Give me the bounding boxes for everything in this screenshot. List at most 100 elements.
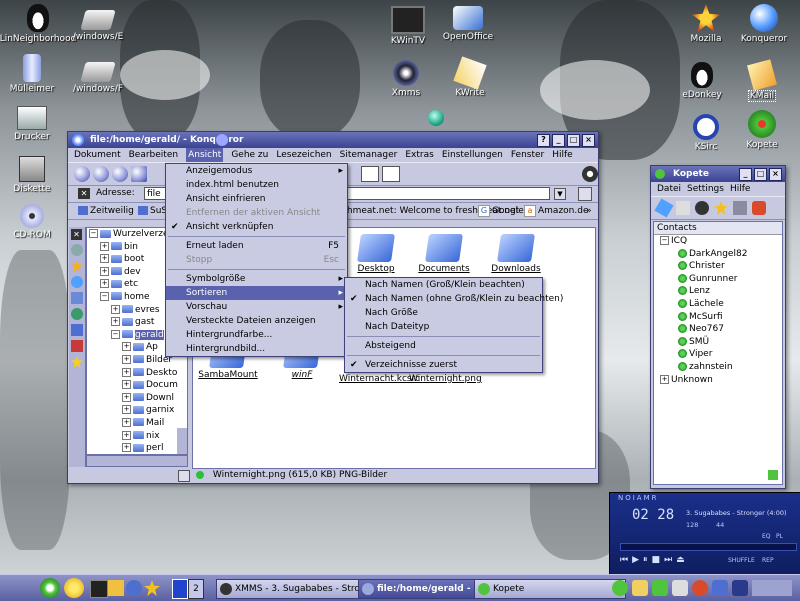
sort-item-nach-namen-ohne-groß-klein-zu-beachten[interactable]: ✔Nach Namen (ohne Groß/Klein zu beachten… — [345, 292, 542, 306]
home-icon[interactable] — [131, 166, 147, 182]
resize-grip-icon[interactable] — [178, 470, 190, 482]
desktop-icon-openoffice[interactable]: OpenOffice — [428, 6, 508, 42]
desktop-icon-kmail[interactable]: KMail — [722, 62, 800, 102]
ansicht-item-vorschau[interactable]: Vorschau▸ — [166, 300, 347, 314]
kopete-menu-settings[interactable]: Settings — [687, 182, 724, 196]
lightning-icon[interactable] — [64, 578, 84, 598]
contact-smü[interactable]: SMÜ — [654, 336, 782, 349]
play-icon[interactable]: ▶ — [632, 555, 639, 565]
tree-expander-icon[interactable]: + — [122, 418, 131, 427]
tree-expander-icon[interactable]: + — [100, 267, 109, 276]
favorites-star-icon[interactable] — [71, 356, 83, 368]
tree-expander-icon[interactable]: + — [100, 254, 109, 263]
contact-gunrunner[interactable]: Gunrunner — [654, 273, 782, 286]
contact-zahnstein[interactable]: zahnstein — [654, 361, 782, 374]
sort-item-nach-namen-groß-klein-beachten[interactable]: Nach Namen (Groß/Klein beachten) — [345, 278, 542, 292]
tree-expander-icon[interactable]: + — [122, 342, 131, 351]
tree-vertical-scrollbar[interactable] — [177, 428, 187, 454]
xmms-player[interactable]: NOIAMR 02 28 3. Sugababes - Stronger (4:… — [609, 492, 800, 576]
ansicht-item-ansicht-verknüpfen[interactable]: ✔Ansicht verknüpfen — [166, 220, 347, 234]
tree-expander-icon[interactable]: + — [122, 405, 131, 414]
edit-icon[interactable] — [676, 201, 690, 215]
menu-bearbeiten[interactable]: Bearbeiten — [129, 148, 178, 162]
tray-icq-icon[interactable] — [612, 580, 628, 596]
contact-christer[interactable]: Christer — [654, 260, 782, 273]
xmms-seek-bar[interactable] — [620, 543, 797, 551]
contact-lenz[interactable]: Lenz — [654, 285, 782, 298]
tree-item-deskto[interactable]: +Deskto — [89, 367, 187, 380]
prev-icon[interactable]: ⏮ — [620, 555, 628, 565]
forward-icon[interactable] — [93, 166, 109, 182]
up-icon[interactable] — [112, 166, 128, 182]
kopete-close-button[interactable]: × — [769, 168, 782, 181]
konqueror-launch-icon[interactable] — [126, 580, 142, 596]
services-icon[interactable] — [71, 324, 83, 336]
tree-expander-icon[interactable]: + — [122, 380, 131, 389]
konqueror-titlebar[interactable]: file:/home/gerald/ - Konqueror ? _ □ × — [68, 132, 598, 148]
sort-item-absteigend[interactable]: Absteigend — [345, 339, 542, 353]
kopete-menu-datei[interactable]: Datei — [657, 182, 681, 196]
bookmarks-star-icon[interactable] — [71, 260, 83, 272]
tree-item-nix[interactable]: +nix — [89, 430, 187, 443]
next-icon[interactable]: ⏭ — [664, 555, 672, 565]
menu-ansicht[interactable]: Ansicht — [186, 148, 223, 162]
settings-wrench-icon[interactable] — [733, 201, 747, 215]
tree-expander-icon[interactable]: + — [122, 393, 131, 402]
tree-horizontal-scrollbar[interactable] — [86, 455, 188, 467]
xmms-shuffle-button[interactable]: SHUFFLE — [728, 557, 755, 564]
view-icon[interactable] — [361, 166, 379, 182]
pager-desktop-2[interactable]: 2 — [188, 579, 204, 599]
ansicht-item-index-html-benutzen[interactable]: index.html benutzen — [166, 178, 347, 192]
kopete-menu-hilfe[interactable]: Hilfe — [730, 182, 750, 196]
status-icon[interactable] — [695, 201, 709, 215]
minimize-button[interactable]: _ — [552, 134, 565, 147]
menu-einstellungen[interactable]: Einstellungen — [442, 148, 503, 162]
ansicht-item-hintergrundbild[interactable]: Hintergrundbild... — [166, 342, 347, 356]
contact-list[interactable]: Contacts −ICQ DarkAngel82ChristerGunrunn… — [653, 221, 783, 485]
clear-location-icon[interactable]: ✕ — [78, 188, 90, 199]
bookmark-amazon[interactable]: aAmazon.de — [524, 203, 588, 219]
search-icon[interactable] — [71, 244, 83, 256]
desktop-icon-kopete[interactable]: Kopete — [722, 110, 800, 150]
close-sidebar-icon[interactable]: ✕ — [71, 229, 82, 240]
help-button[interactable]: ? — [537, 134, 550, 147]
kopete-maximize-button[interactable]: □ — [754, 168, 767, 181]
star-launch-icon[interactable] — [144, 580, 160, 596]
tree-expander-icon[interactable]: + — [122, 368, 131, 377]
menu-sitemanager[interactable]: Sitemanager — [340, 148, 398, 162]
pause-icon[interactable]: ⏸ — [643, 555, 648, 565]
back-icon[interactable] — [74, 166, 90, 182]
ansicht-item-versteckte-dateien-anzeigen[interactable]: Versteckte Dateien anzeigen — [166, 314, 347, 328]
tree-expander-icon[interactable]: − — [100, 292, 109, 301]
task-xmms[interactable]: XMMS - 3. Sugababes - Stro — [216, 579, 376, 599]
menu-lesezeichen[interactable]: Lesezeichen — [276, 148, 331, 162]
tree-item-perl[interactable]: +perl — [89, 442, 187, 455]
maximize-button[interactable]: □ — [567, 134, 580, 147]
tree-expander-icon[interactable]: + — [111, 305, 120, 314]
tray-monitor-icon[interactable] — [732, 580, 748, 596]
kopete-minimize-button[interactable]: _ — [739, 168, 752, 181]
tree-expander-icon[interactable]: + — [100, 279, 109, 288]
home-sidebar-icon[interactable] — [71, 292, 83, 304]
desktop-icon-windows-f[interactable]: /windows/F — [58, 62, 138, 94]
add-contact-icon[interactable] — [654, 198, 673, 217]
tray-network-icon[interactable] — [712, 580, 728, 596]
sort-item-nach-dateityp[interactable]: Nach Dateityp — [345, 320, 542, 334]
desktop-icon-drucker[interactable]: Drucker — [0, 106, 72, 142]
sort-item-verzeichnisse-zuerst[interactable]: ✔Verzeichnisse zuerst — [345, 358, 542, 372]
close-button[interactable]: × — [582, 134, 595, 147]
ansicht-item-anzeigemodus[interactable]: Anzeigemodus▸ — [166, 164, 347, 178]
contact-mcsurfi[interactable]: McSurfi — [654, 311, 782, 324]
kopete-status-icon[interactable] — [768, 470, 778, 480]
contact-darkangel82[interactable]: DarkAngel82 — [654, 248, 782, 261]
menu-fenster[interactable]: Fenster — [511, 148, 544, 162]
tray-speaker-icon[interactable] — [672, 580, 688, 596]
tray-kopete-icon[interactable] — [652, 580, 668, 596]
quit-icon[interactable] — [752, 201, 766, 215]
kde-menu-icon[interactable] — [40, 578, 60, 598]
menu-dokument[interactable]: Dokument — [74, 148, 121, 162]
tree-item-garnix[interactable]: +garnix — [89, 404, 187, 417]
book-icon[interactable] — [71, 340, 83, 352]
desktop-icon-windows-e[interactable]: /windows/E — [58, 10, 138, 42]
desktop-icon-cdrom[interactable]: CD-ROM — [0, 204, 72, 240]
